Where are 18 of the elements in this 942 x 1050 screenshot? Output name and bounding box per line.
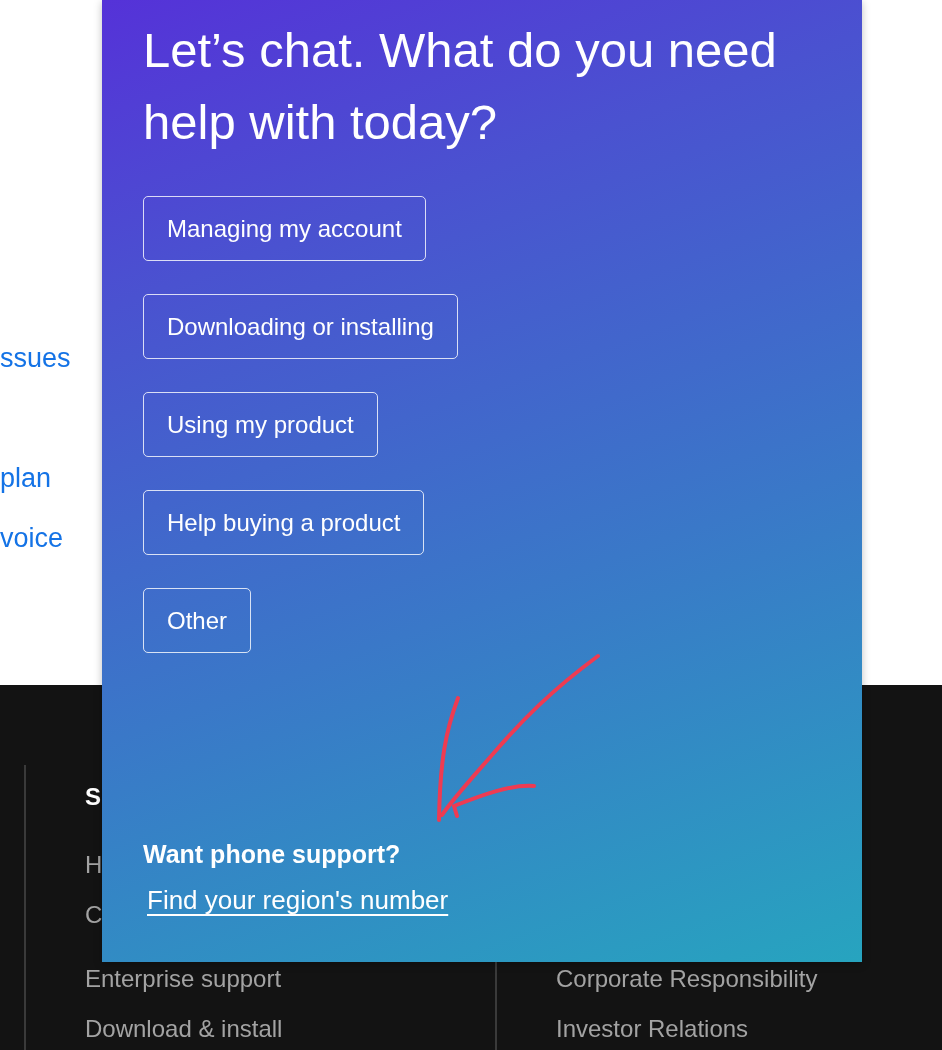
page-link[interactable]: ssues [0,338,71,378]
region-number-link[interactable]: Find your region's number [147,885,449,916]
page-link[interactable]: voice [0,518,64,558]
page-link[interactable]: plan [0,458,52,498]
chat-title: Let’s chat. What do you need help with today? [143,22,778,151]
help-option-button[interactable]: Help buying a product [143,490,425,555]
help-option-button[interactable]: Downloading or installing [143,294,458,359]
footer-link[interactable]: Enterprise support [85,964,282,994]
help-option-button[interactable]: Managing my account [143,196,426,261]
phone-support-heading: Want phone support? [143,840,402,869]
footer-link[interactable]: Investor Relations [556,1014,749,1044]
help-option-button[interactable]: Using my product [143,392,378,457]
footer-heading: S [85,782,102,812]
footer-link[interactable]: Corporate Responsibility [556,964,818,994]
footer-link[interactable]: C [85,900,103,930]
help-option-button[interactable]: Other [143,588,252,653]
footer-link[interactable]: Download & install [85,1014,283,1044]
footer-link[interactable]: H [85,850,103,880]
